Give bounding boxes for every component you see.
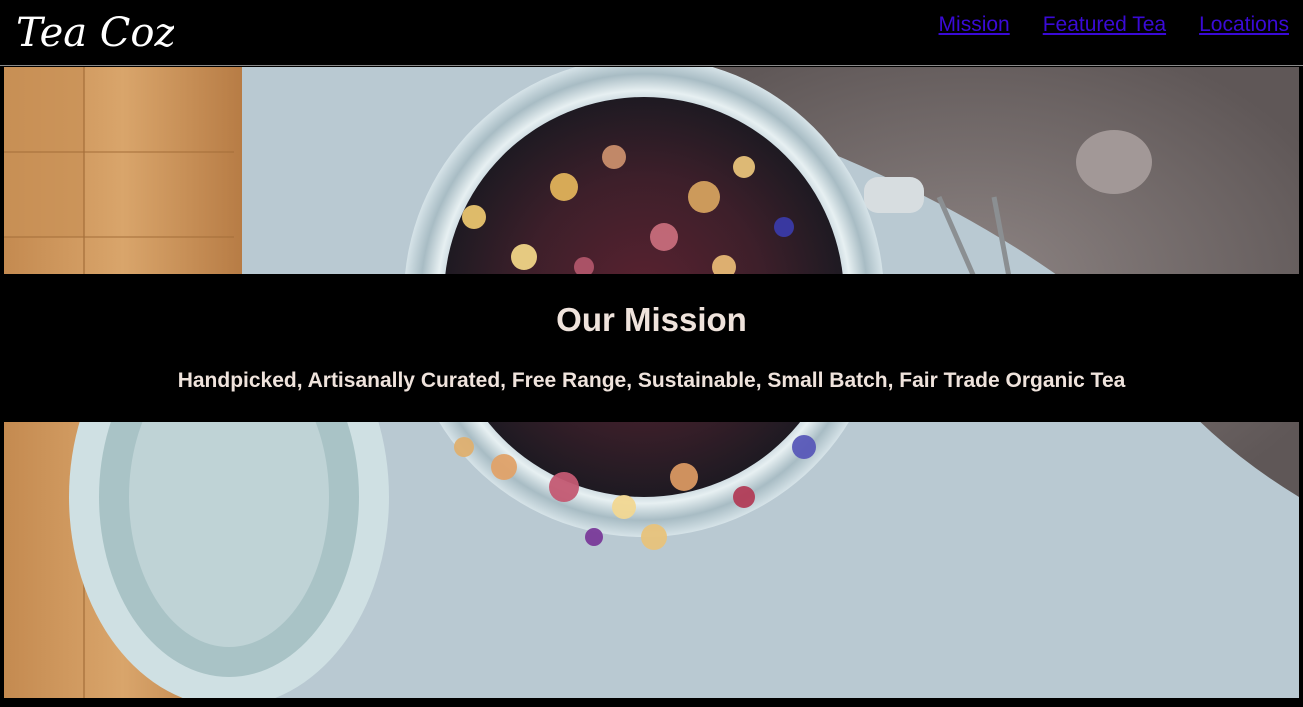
- nav-link-locations[interactable]: Locations: [1199, 13, 1289, 37]
- tea-cozy-logo[interactable]: Tea Cozy: [14, 4, 174, 62]
- main-nav: Mission Featured Tea Locations: [939, 13, 1289, 37]
- site-header: Tea Cozy Mission Featured Tea Locations: [0, 0, 1303, 66]
- svg-text:Tea Cozy: Tea Cozy: [16, 10, 174, 56]
- mission-banner: Our Mission Handpicked, Artisanally Cura…: [0, 274, 1303, 422]
- nav-link-featured-tea[interactable]: Featured Tea: [1043, 13, 1166, 37]
- nav-link-mission[interactable]: Mission: [939, 13, 1010, 37]
- mission-heading: Our Mission: [556, 301, 747, 338]
- mission-tagline: Handpicked, Artisanally Curated, Free Ra…: [177, 369, 1126, 392]
- logo-wordmark: Tea Cozy: [16, 10, 174, 56]
